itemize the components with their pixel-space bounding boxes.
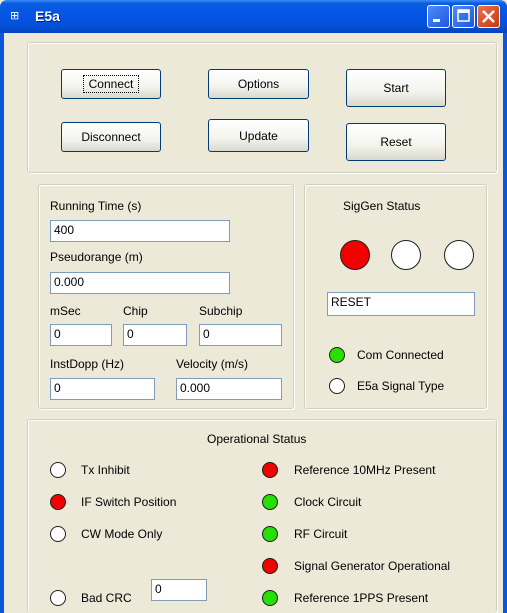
reset-button[interactable]: Reset bbox=[346, 123, 446, 161]
instdopp-label: InstDopp (Hz) bbox=[50, 357, 125, 371]
instdopp-field[interactable]: 0 bbox=[50, 378, 155, 400]
subchip-field[interactable]: 0 bbox=[199, 324, 282, 346]
disconnect-button[interactable]: Disconnect bbox=[61, 122, 161, 152]
clock-circuit-led bbox=[262, 494, 278, 510]
minimize-icon bbox=[433, 19, 440, 22]
tx-inhibit-label: Tx Inhibit bbox=[81, 463, 130, 477]
ref-1pps-led bbox=[262, 590, 278, 606]
main-window: ⊞ E5a Connect Options Start Disconnect U… bbox=[0, 0, 507, 613]
siggen-operational-label: Signal Generator Operational bbox=[294, 559, 451, 573]
title-bar[interactable]: ⊞ E5a bbox=[0, 0, 507, 33]
bad-crc-label: Bad CRC bbox=[81, 591, 132, 605]
update-button[interactable]: Update bbox=[208, 119, 309, 152]
pseudorange-field[interactable]: 0.000 bbox=[50, 272, 230, 294]
app-icon: ⊞ bbox=[10, 9, 20, 22]
cw-mode-led bbox=[50, 526, 66, 542]
minimize-button[interactable] bbox=[427, 5, 450, 28]
chip-label: Chip bbox=[123, 304, 148, 318]
subchip-label: Subchip bbox=[199, 304, 243, 318]
siggen-status-title: SigGen Status bbox=[343, 199, 421, 213]
close-icon bbox=[482, 10, 495, 23]
cw-mode-label: CW Mode Only bbox=[81, 527, 163, 541]
msec-label: mSec bbox=[50, 304, 81, 318]
window-frame-right bbox=[503, 33, 507, 613]
bad-crc-field[interactable]: 0 bbox=[151, 579, 207, 601]
siggen-status-field[interactable]: RESET bbox=[327, 292, 475, 316]
com-connected-label: Com Connected bbox=[357, 348, 444, 362]
chip-field[interactable]: 0 bbox=[123, 324, 187, 346]
rf-circuit-led bbox=[262, 526, 278, 542]
close-button[interactable] bbox=[477, 5, 500, 28]
pseudorange-label: Pseudorange (m) bbox=[50, 250, 143, 264]
velocity-field[interactable]: 0.000 bbox=[176, 378, 282, 400]
siggen-led-3 bbox=[444, 240, 474, 270]
start-button[interactable]: Start bbox=[346, 69, 446, 107]
clock-circuit-label: Clock Circuit bbox=[294, 495, 362, 509]
window-frame-left bbox=[0, 33, 4, 613]
maximize-button[interactable] bbox=[452, 5, 475, 28]
ref-10mhz-label: Reference 10MHz Present bbox=[294, 463, 436, 477]
signal-type-led bbox=[329, 378, 345, 394]
ref-10mhz-led bbox=[262, 462, 278, 478]
velocity-label: Velocity (m/s) bbox=[176, 357, 249, 371]
operational-status-title: Operational Status bbox=[207, 432, 307, 446]
com-connected-led bbox=[329, 347, 345, 363]
rf-circuit-label: RF Circuit bbox=[294, 527, 348, 541]
window-title: E5a bbox=[35, 8, 60, 24]
bad-crc-led bbox=[50, 590, 66, 606]
running-time-field[interactable]: 400 bbox=[50, 220, 230, 242]
msec-field[interactable]: 0 bbox=[50, 324, 112, 346]
siggen-led-1 bbox=[340, 240, 370, 270]
connect-button[interactable]: Connect bbox=[61, 69, 161, 99]
maximize-icon bbox=[457, 9, 470, 22]
parameters-group bbox=[38, 184, 294, 409]
if-switch-led bbox=[50, 494, 66, 510]
signal-type-label: E5a Signal Type bbox=[357, 379, 445, 393]
running-time-label: Running Time (s) bbox=[50, 199, 142, 213]
operational-status-group bbox=[27, 419, 497, 613]
if-switch-label: IF Switch Position bbox=[81, 495, 177, 509]
tx-inhibit-led bbox=[50, 462, 66, 478]
options-button[interactable]: Options bbox=[208, 69, 309, 99]
siggen-operational-led bbox=[262, 558, 278, 574]
siggen-led-2 bbox=[391, 240, 421, 270]
ref-1pps-label: Reference 1PPS Present bbox=[294, 591, 429, 605]
